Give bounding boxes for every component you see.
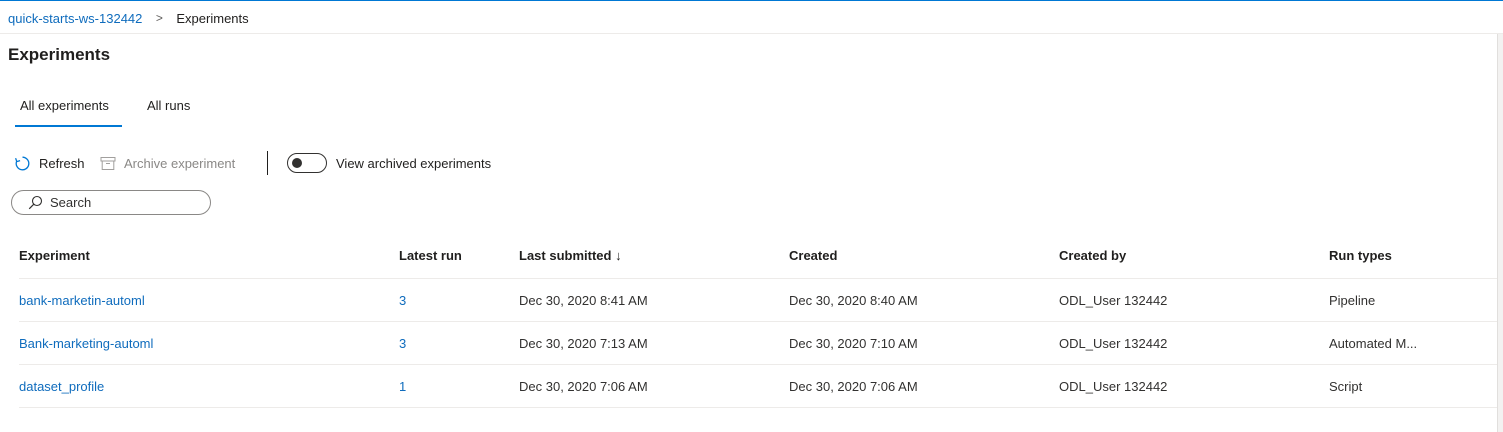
table-row[interactable]: bank-marketin-automl 3 Dec 30, 2020 8:41… — [19, 279, 1499, 322]
refresh-label: Refresh — [39, 155, 85, 171]
latest-run-link[interactable]: 3 — [399, 336, 406, 351]
created-by-cell: ODL_User 132442 — [1059, 293, 1168, 308]
view-archived-label: View archived experiments — [336, 155, 492, 171]
top-accent-line — [0, 0, 1503, 1]
table-row[interactable]: dataset_profile 1 Dec 30, 2020 7:06 AM D… — [19, 365, 1499, 408]
created-by-cell: ODL_User 132442 — [1059, 336, 1168, 351]
archive-experiment-button[interactable]: Archive experiment — [100, 153, 235, 173]
experiments-page: quick-starts-ws-132442 > Experiments Exp… — [0, 0, 1503, 432]
search-placeholder: Search — [50, 195, 92, 210]
refresh-icon — [14, 155, 31, 172]
breadcrumb-workspace-link[interactable]: quick-starts-ws-132442 — [8, 11, 142, 26]
toggle-knob — [292, 158, 302, 168]
refresh-button[interactable]: Refresh — [14, 153, 85, 173]
experiment-link[interactable]: bank-marketin-automl — [19, 293, 145, 308]
latest-run-link[interactable]: 1 — [399, 379, 406, 394]
column-header-created-by[interactable]: Created by — [1059, 248, 1126, 263]
column-header-created[interactable]: Created — [789, 248, 837, 263]
column-header-run-types[interactable]: Run types — [1329, 248, 1392, 263]
archive-experiment-label: Archive experiment — [124, 155, 236, 171]
breadcrumb: quick-starts-ws-132442 > Experiments — [8, 9, 249, 27]
toolbar-divider — [267, 151, 268, 175]
column-header-latest-run[interactable]: Latest run — [399, 248, 462, 263]
last-submitted-cell: Dec 30, 2020 7:13 AM — [519, 336, 648, 351]
search-icon — [28, 195, 43, 210]
table-row[interactable]: Bank-marketing-automl 3 Dec 30, 2020 7:1… — [19, 322, 1499, 365]
created-cell: Dec 30, 2020 8:40 AM — [789, 293, 918, 308]
column-header-last-submitted[interactable]: Last submitted ↓ — [519, 248, 622, 263]
archive-icon — [100, 156, 116, 171]
breadcrumb-current: Experiments — [176, 10, 249, 26]
page-title: Experiments — [8, 45, 111, 64]
run-types-cell: Pipeline — [1329, 293, 1376, 308]
created-cell: Dec 30, 2020 7:06 AM — [789, 379, 918, 394]
view-archived-toggle[interactable] — [287, 153, 327, 173]
experiment-link[interactable]: dataset_profile — [19, 379, 104, 394]
tab-all-runs[interactable]: All runs — [147, 98, 190, 128]
experiment-link[interactable]: Bank-marketing-automl — [19, 336, 153, 351]
created-cell: Dec 30, 2020 7:10 AM — [789, 336, 918, 351]
run-types-cell: Automated M... — [1329, 336, 1418, 351]
tab-all-experiments[interactable]: All experiments — [20, 98, 109, 128]
view-archived-toggle-group: View archived experiments — [287, 153, 491, 173]
column-header-experiment[interactable]: Experiment — [19, 248, 90, 263]
run-types-cell: Script — [1329, 379, 1363, 394]
breadcrumb-divider — [0, 33, 1503, 34]
breadcrumb-separator: > — [155, 11, 163, 25]
vertical-scrollbar[interactable] — [1497, 34, 1503, 432]
search-input[interactable]: Search — [11, 190, 211, 215]
last-submitted-cell: Dec 30, 2020 7:06 AM — [519, 379, 648, 394]
selected-tab-indicator — [15, 125, 122, 127]
latest-run-link[interactable]: 3 — [399, 293, 406, 308]
last-submitted-cell: Dec 30, 2020 8:41 AM — [519, 293, 648, 308]
created-by-cell: ODL_User 132442 — [1059, 379, 1168, 394]
